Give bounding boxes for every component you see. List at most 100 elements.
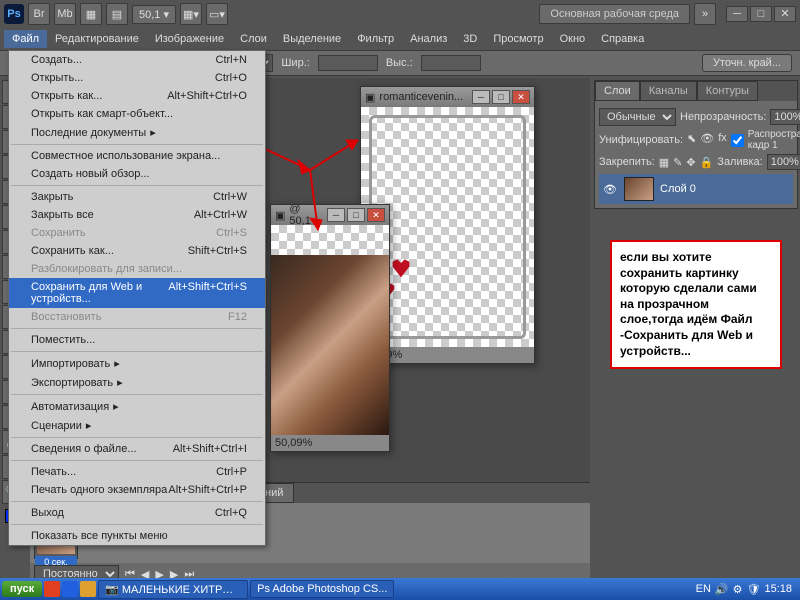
menu-item-scripts[interactable]: Сценарии	[9, 416, 265, 435]
doc-title-text: romanticevenin...	[379, 91, 463, 103]
lock-trans-icon[interactable]: ▦	[659, 156, 669, 169]
menu-image[interactable]: Изображение	[147, 30, 232, 48]
menu-item-review[interactable]: Создать новый обзор...	[9, 165, 265, 183]
tray-icon[interactable]: ⚙	[733, 583, 743, 596]
ql-opera-icon[interactable]	[44, 581, 60, 597]
menu-item-share[interactable]: Совместное использование экрана...	[9, 147, 265, 165]
visibility-icon[interactable]: 👁	[602, 183, 618, 196]
photo-content	[271, 255, 389, 435]
layer-thumbnail[interactable]	[624, 177, 654, 201]
menu-layer[interactable]: Слои	[232, 30, 275, 48]
menu-item-exit[interactable]: ВыходCtrl+Q	[9, 504, 265, 522]
unify-pos-icon[interactable]: ⬉	[687, 132, 696, 148]
workspace-more-icon[interactable]: »	[694, 3, 716, 25]
file-menu-dropdown: Создать...Ctrl+NОткрыть...Ctrl+OОткрыть …	[8, 50, 266, 546]
view-extras-icon[interactable]: ▦	[80, 3, 102, 25]
workspace-button[interactable]: Основная рабочая среда	[539, 4, 690, 24]
app-toolbar: Ps Br Mb ▦ ▤ 50,1 ▾ ▦▾ ▭▾ Основная рабоч…	[0, 0, 800, 28]
opacity-value[interactable]: 100%	[770, 109, 800, 125]
arrange-icon[interactable]: ▦▾	[180, 3, 202, 25]
menu-analysis[interactable]: Анализ	[402, 30, 455, 48]
tray-icon[interactable]: 🔊	[715, 583, 729, 596]
close-icon[interactable]: ✕	[774, 6, 796, 22]
bridge-icon[interactable]: Br	[28, 3, 50, 25]
menu-select[interactable]: Выделение	[275, 30, 349, 48]
menu-item-saveweb[interactable]: Сохранить для Web и устройств...Alt+Shif…	[9, 278, 265, 308]
menu-item-auto[interactable]: Автоматизация	[9, 397, 265, 416]
frame-graphic	[369, 115, 526, 339]
tab-channels[interactable]: Каналы	[640, 81, 697, 101]
lang-indicator[interactable]: EN	[696, 583, 711, 595]
doc-close-icon[interactable]: ✕	[512, 90, 530, 104]
tab-layers[interactable]: Слои	[595, 81, 640, 101]
menu-view[interactable]: Просмотр	[485, 30, 551, 48]
ps-logo-icon: Ps	[4, 4, 24, 24]
menu-item-saveas[interactable]: Сохранить как...Shift+Ctrl+S	[9, 242, 265, 260]
system-tray: EN 🔊 ⚙ 🛡 15:18	[690, 583, 798, 596]
lock-label: Закрепить:	[599, 156, 655, 168]
view-grid-icon[interactable]: ▤	[106, 3, 128, 25]
doc-canvas[interactable]	[271, 225, 389, 435]
menu-item-print[interactable]: Печать...Ctrl+P	[9, 463, 265, 481]
menu-item-new[interactable]: Создать...Ctrl+N	[9, 51, 265, 69]
refine-edge-button[interactable]: Уточн. край...	[702, 54, 792, 72]
menu-item-printone[interactable]: Печать одного экземпляраAlt+Shift+Ctrl+P	[9, 481, 265, 499]
zoom-dropdown[interactable]: 50,1 ▾	[132, 5, 176, 24]
menu-window[interactable]: Окно	[552, 30, 594, 48]
menu-item-info[interactable]: Сведения о файле...Alt+Shift+Ctrl+I	[9, 440, 265, 458]
propagate-checkbox[interactable]	[731, 134, 744, 147]
lock-all-icon[interactable]: 🔒	[700, 156, 714, 169]
menu-item-close[interactable]: ЗакрытьCtrl+W	[9, 188, 265, 206]
start-button[interactable]: пуск	[2, 581, 42, 597]
fill-value[interactable]: 100%	[767, 154, 800, 170]
taskbar-app[interactable]: Ps Adobe Photoshop CS...	[250, 580, 394, 598]
screen-mode-icon[interactable]: ▭▾	[206, 3, 228, 25]
doc-status: 50,09%	[271, 435, 389, 451]
menubar: Файл Редактирование Изображение Слои Выд…	[0, 28, 800, 50]
doc-max-icon[interactable]: □	[492, 90, 510, 104]
minimize-icon[interactable]: ─	[726, 6, 748, 22]
menu-item-showall[interactable]: Показать все пункты меню	[9, 527, 265, 545]
annotation-note: если вы хотите сохранить картинку котору…	[610, 240, 782, 369]
unify-style-icon[interactable]: fx	[718, 132, 727, 148]
menu-filter[interactable]: Фильтр	[349, 30, 402, 48]
menu-item-revert[interactable]: ВосстановитьF12	[9, 308, 265, 326]
menu-item-checkin[interactable]: Разблокировать для записи...	[9, 260, 265, 278]
menu-item-closeall[interactable]: Закрыть всеAlt+Ctrl+W	[9, 206, 265, 224]
ql-folder-icon[interactable]	[80, 581, 96, 597]
menu-file[interactable]: Файл	[4, 30, 47, 48]
menu-item-export[interactable]: Экспортировать	[9, 373, 265, 392]
opacity-label: Непрозрачность:	[680, 111, 766, 123]
blend-mode-select[interactable]: Обычные	[599, 108, 676, 126]
layer-name[interactable]: Слой 0	[660, 183, 696, 195]
maximize-icon[interactable]: □	[750, 6, 772, 22]
menu-help[interactable]: Справка	[593, 30, 652, 48]
unify-vis-icon[interactable]: 👁	[700, 132, 714, 148]
clock[interactable]: 15:18	[764, 583, 792, 595]
lock-pos-icon[interactable]: ✥	[686, 156, 695, 169]
height-label: Выс.:	[386, 57, 413, 69]
menu-item-save[interactable]: СохранитьCtrl+S	[9, 224, 265, 242]
doc-titlebar[interactable]: ▣ romanticevenin... ─□✕	[361, 87, 534, 107]
fill-label: Заливка:	[717, 156, 762, 168]
tab-paths[interactable]: Контуры	[697, 81, 758, 101]
menu-3d[interactable]: 3D	[455, 30, 485, 48]
windows-taskbar: пуск 📷 МАЛЕНЬКИЕ ХИТРОС... Ps Adobe Phot…	[0, 578, 800, 600]
layers-panel: Слои Каналы Контуры Обычные Непрозрачнос…	[594, 80, 798, 209]
lock-paint-icon[interactable]: ✎	[673, 156, 682, 169]
height-input[interactable]	[421, 55, 481, 71]
menu-item-recent[interactable]: Последние документы	[9, 123, 265, 142]
tray-icon[interactable]: 🛡	[747, 583, 761, 596]
menu-item-open[interactable]: Открыть...Ctrl+O	[9, 69, 265, 87]
window-controls: ─ □ ✕	[726, 6, 796, 22]
menu-item-place[interactable]: Поместить...	[9, 331, 265, 349]
taskbar-app[interactable]: 📷 МАЛЕНЬКИЕ ХИТРОС...	[98, 580, 248, 599]
doc-min-icon[interactable]: ─	[472, 90, 490, 104]
ql-ie-icon[interactable]	[62, 581, 78, 597]
layer-row[interactable]: 👁 Слой 0	[599, 174, 793, 204]
menu-item-smartobj[interactable]: Открыть как смарт-объект...	[9, 105, 265, 123]
mini-bridge-icon[interactable]: Mb	[54, 3, 76, 25]
menu-item-import[interactable]: Импортировать	[9, 354, 265, 373]
menu-edit[interactable]: Редактирование	[47, 30, 147, 48]
menu-item-openas[interactable]: Открыть как...Alt+Shift+Ctrl+O	[9, 87, 265, 105]
